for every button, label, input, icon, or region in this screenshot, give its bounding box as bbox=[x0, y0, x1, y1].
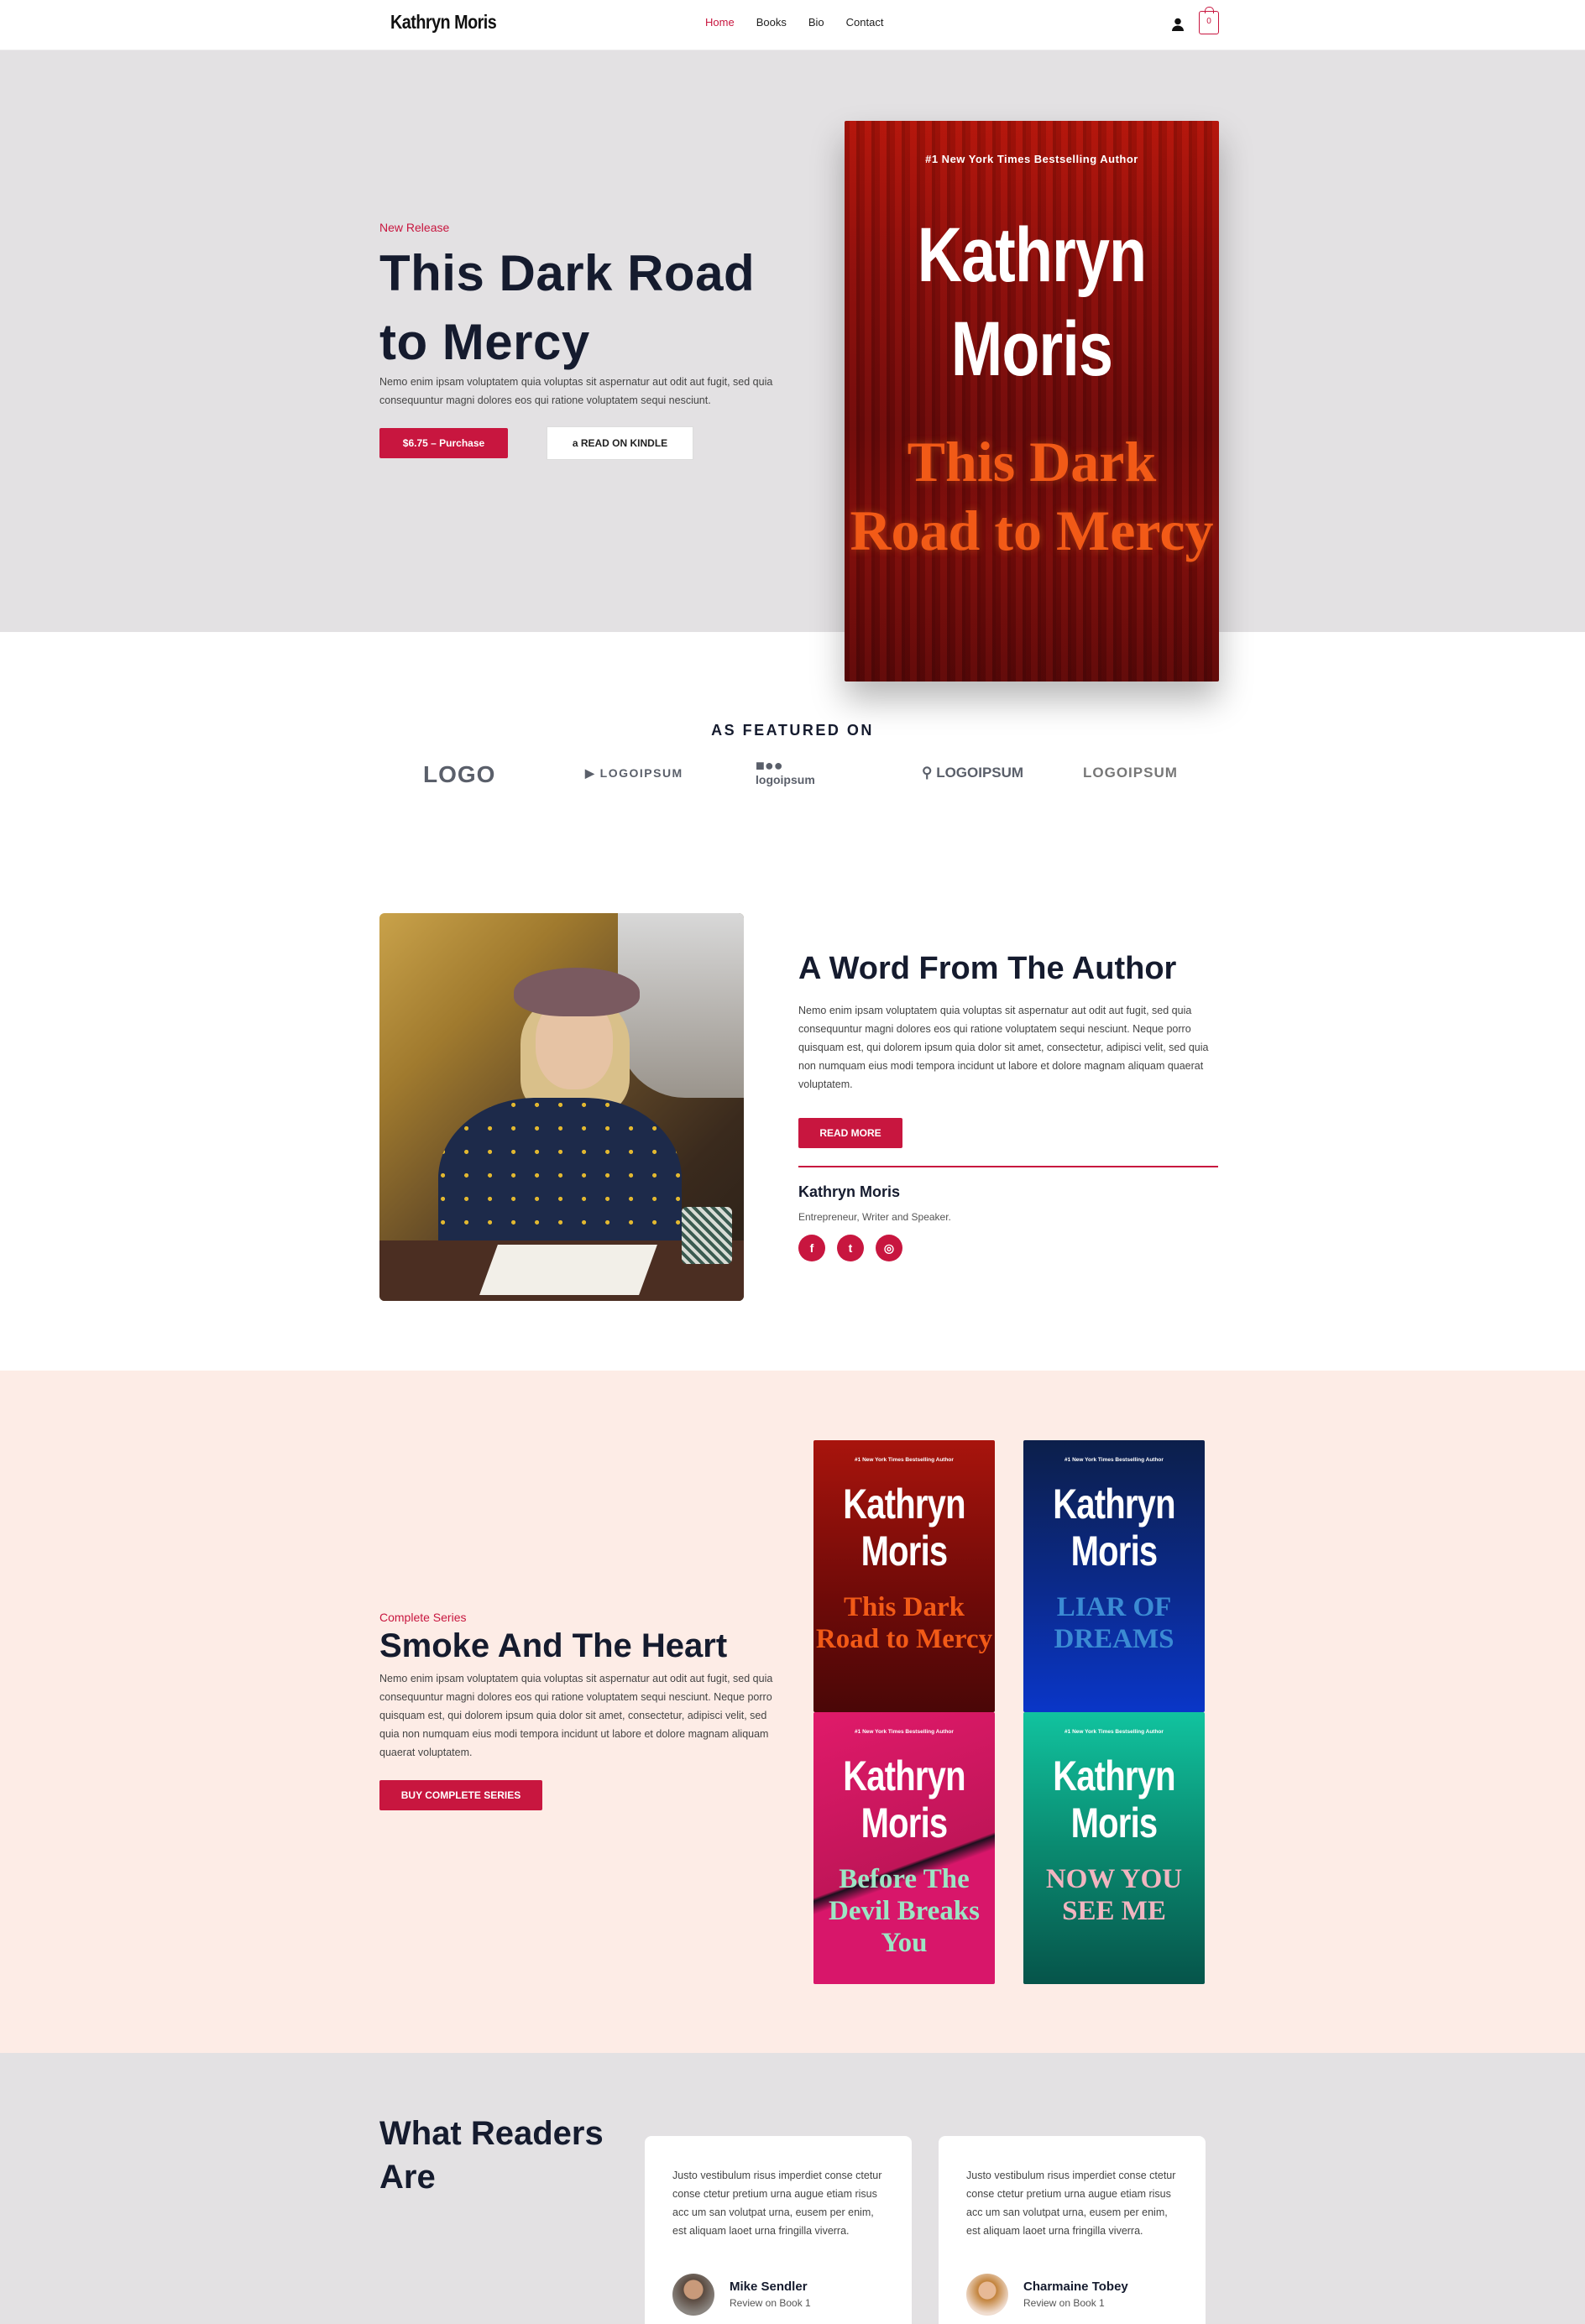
featured-logos: LOGO ▶ LOGOIPSUM ■●● logoipsum ⚲ LOGOIPSU… bbox=[411, 758, 1201, 791]
book-tagline: #1 New York Times Bestselling Author bbox=[1065, 1457, 1164, 1463]
buy-complete-series-button[interactable]: BUY COMPLETE SERIES bbox=[379, 1780, 542, 1810]
nav-contact[interactable]: Contact bbox=[846, 16, 884, 29]
series-book-3[interactable]: #1 New York Times Bestselling Author Kat… bbox=[813, 1712, 995, 1984]
review-card: Justo vestibulum risus imperdiet conse c… bbox=[645, 2136, 912, 2324]
avatar bbox=[966, 2274, 1008, 2316]
author-name: Kathryn Moris bbox=[798, 1183, 901, 1200]
instagram-icon[interactable]: ◎ bbox=[876, 1235, 902, 1261]
cover-author: Kathryn Moris bbox=[917, 212, 1147, 392]
book-tagline: #1 New York Times Bestselling Author bbox=[855, 1457, 954, 1463]
series-book-2[interactable]: #1 New York Times Bestselling Author Kat… bbox=[1023, 1440, 1205, 1712]
book-author: Kathryn Moris bbox=[843, 1481, 965, 1575]
kindle-label: READ ON KINDLE bbox=[580, 437, 668, 449]
cart-button[interactable]: 0 bbox=[1199, 7, 1219, 34]
series-title: Smoke And The Heart bbox=[379, 1627, 728, 1664]
hero-eyebrow: New Release bbox=[379, 221, 450, 234]
twitter-icon[interactable]: t bbox=[837, 1235, 864, 1261]
main-nav: Home Books Bio Contact bbox=[705, 16, 883, 29]
series-eyebrow: Complete Series bbox=[379, 1611, 467, 1624]
author-photo bbox=[379, 913, 744, 1301]
series-book-4[interactable]: #1 New York Times Bestselling Author Kat… bbox=[1023, 1712, 1205, 1984]
featured-logo-3: ■●● logoipsum bbox=[756, 757, 815, 786]
book-title: LIAR OF DREAMS bbox=[1054, 1592, 1174, 1654]
book-tagline: #1 New York Times Bestselling Author bbox=[855, 1729, 954, 1735]
book-tagline: #1 New York Times Bestselling Author bbox=[1065, 1729, 1164, 1735]
reviewer: Mike Sendler Review on Book 1 bbox=[672, 2274, 891, 2317]
reviewer-name: Charmaine Tobey bbox=[1023, 2280, 1128, 2294]
featured-logo-2: ▶ LOGOIPSUM bbox=[585, 766, 683, 780]
cover-texture bbox=[845, 121, 1219, 682]
review-card: Justo vestibulum risus imperdiet conse c… bbox=[939, 2136, 1206, 2324]
featured-heading: AS FEATURED ON bbox=[711, 722, 874, 739]
user-icon[interactable] bbox=[1170, 17, 1185, 32]
series-book-1[interactable]: #1 New York Times Bestselling Author Kat… bbox=[813, 1440, 995, 1712]
read-more-button[interactable]: READ MORE bbox=[798, 1118, 902, 1148]
facebook-icon[interactable]: f bbox=[798, 1235, 825, 1261]
cart-count: 0 bbox=[1206, 17, 1211, 26]
hero-title: This Dark Road to Mercy bbox=[379, 245, 756, 370]
book-author: Kathryn Moris bbox=[1053, 1752, 1175, 1846]
avatar bbox=[672, 2274, 714, 2316]
reviewer: Charmaine Tobey Review on Book 1 bbox=[966, 2274, 1185, 2317]
featured-logo-5: LOGOIPSUM bbox=[1083, 765, 1178, 781]
author-description: Nemo enim ipsam voluptatem quia voluptas… bbox=[798, 1005, 1209, 1090]
nav-bio[interactable]: Bio bbox=[808, 16, 824, 29]
author-divider bbox=[798, 1166, 1218, 1167]
series-description: Nemo enim ipsam voluptatem quia voluptas… bbox=[379, 1673, 773, 1758]
amazon-icon: a bbox=[572, 437, 581, 449]
book-title: Before The Devil Breaks You bbox=[829, 1864, 980, 1958]
review-text: Justo vestibulum risus imperdiet conse c… bbox=[966, 2170, 1176, 2237]
review-text: Justo vestibulum risus imperdiet conse c… bbox=[672, 2170, 882, 2237]
purchase-button[interactable]: $6.75 – Purchase bbox=[379, 428, 508, 458]
cover-title: This Dark Road to Mercy bbox=[850, 430, 1214, 562]
hero-book-cover[interactable]: #1 New York Times Bestselling Author Kat… bbox=[845, 121, 1219, 682]
nav-home[interactable]: Home bbox=[705, 16, 735, 29]
series-section: Complete Series Smoke And The Heart Nemo… bbox=[0, 1371, 1585, 2053]
cover-tagline: #1 New York Times Bestselling Author bbox=[925, 153, 1138, 165]
book-title: NOW YOU SEE ME bbox=[1045, 1864, 1183, 1926]
site-header: Kathryn Moris Home Books Bio Contact 0 bbox=[0, 0, 1585, 50]
hero-description: Nemo enim ipsam voluptatem quia voluptas… bbox=[379, 376, 773, 406]
site-logo[interactable]: Kathryn Moris bbox=[390, 11, 497, 34]
read-on-kindle-button[interactable]: a READ ON KINDLE bbox=[547, 426, 693, 460]
reviewer-name: Mike Sendler bbox=[730, 2280, 808, 2294]
author-heading: A Word From The Author bbox=[798, 951, 1177, 986]
review-source: Review on Book 1 bbox=[1023, 2297, 1105, 2309]
reviews-heading: What Readers Are bbox=[379, 2115, 604, 2196]
book-author: Kathryn Moris bbox=[843, 1752, 965, 1846]
author-role: Entrepreneur, Writer and Speaker. bbox=[798, 1211, 951, 1223]
review-source: Review on Book 1 bbox=[730, 2297, 811, 2309]
book-title: This Dark Road to Mercy bbox=[815, 1592, 993, 1654]
book-author: Kathryn Moris bbox=[1053, 1481, 1175, 1575]
nav-books[interactable]: Books bbox=[756, 16, 787, 29]
featured-logo-1: LOGO bbox=[423, 761, 496, 787]
hero-section: New Release This Dark Road to Mercy Nemo… bbox=[0, 50, 1585, 632]
featured-logo-4: ⚲ LOGOIPSUM bbox=[922, 765, 1024, 781]
